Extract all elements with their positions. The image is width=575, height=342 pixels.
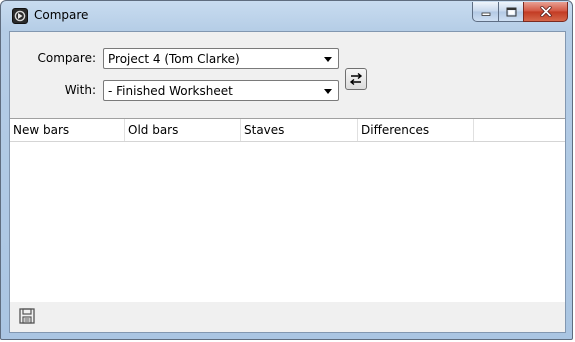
maximize-button[interactable]	[498, 2, 524, 22]
maximize-icon	[506, 7, 516, 16]
column-header-new-bars[interactable]: New bars	[10, 119, 125, 141]
title-bar[interactable]: Compare	[1, 1, 572, 31]
compare-label: Compare:	[37, 51, 96, 65]
minimize-icon	[481, 12, 490, 16]
with-dropdown-value: - Finished Worksheet	[108, 84, 233, 98]
column-header-differences[interactable]: Differences	[358, 119, 474, 141]
minimize-button[interactable]	[472, 2, 499, 22]
with-dropdown[interactable]: - Finished Worksheet	[103, 80, 339, 101]
close-button[interactable]	[523, 2, 568, 22]
differences-table[interactable]: New bars Old bars Staves Differences	[10, 118, 565, 303]
chevron-down-icon	[324, 57, 332, 62]
compare-dropdown-value: Project 4 (Tom Clarke)	[108, 52, 240, 66]
swap-button[interactable]	[345, 68, 367, 90]
app-logo-icon[interactable]	[12, 8, 28, 24]
compare-dropdown[interactable]: Project 4 (Tom Clarke)	[103, 48, 339, 69]
close-icon	[539, 6, 552, 17]
compare-window: Compare Compare: Project 4 (Tom Clarke)	[0, 0, 573, 340]
swap-arrows-icon	[349, 72, 363, 86]
bottom-toolbar	[10, 302, 565, 332]
column-header-staves[interactable]: Staves	[241, 119, 358, 141]
table-header: New bars Old bars Staves Differences	[10, 119, 565, 142]
dialog-content: Compare: Project 4 (Tom Clarke) With: - …	[9, 31, 566, 333]
column-header-filler	[474, 119, 565, 141]
chevron-down-icon	[324, 89, 332, 94]
with-label: With:	[64, 83, 96, 97]
save-disk-icon	[19, 308, 35, 324]
save-button[interactable]	[17, 306, 37, 326]
column-header-old-bars[interactable]: Old bars	[125, 119, 241, 141]
window-title: Compare	[34, 8, 89, 22]
